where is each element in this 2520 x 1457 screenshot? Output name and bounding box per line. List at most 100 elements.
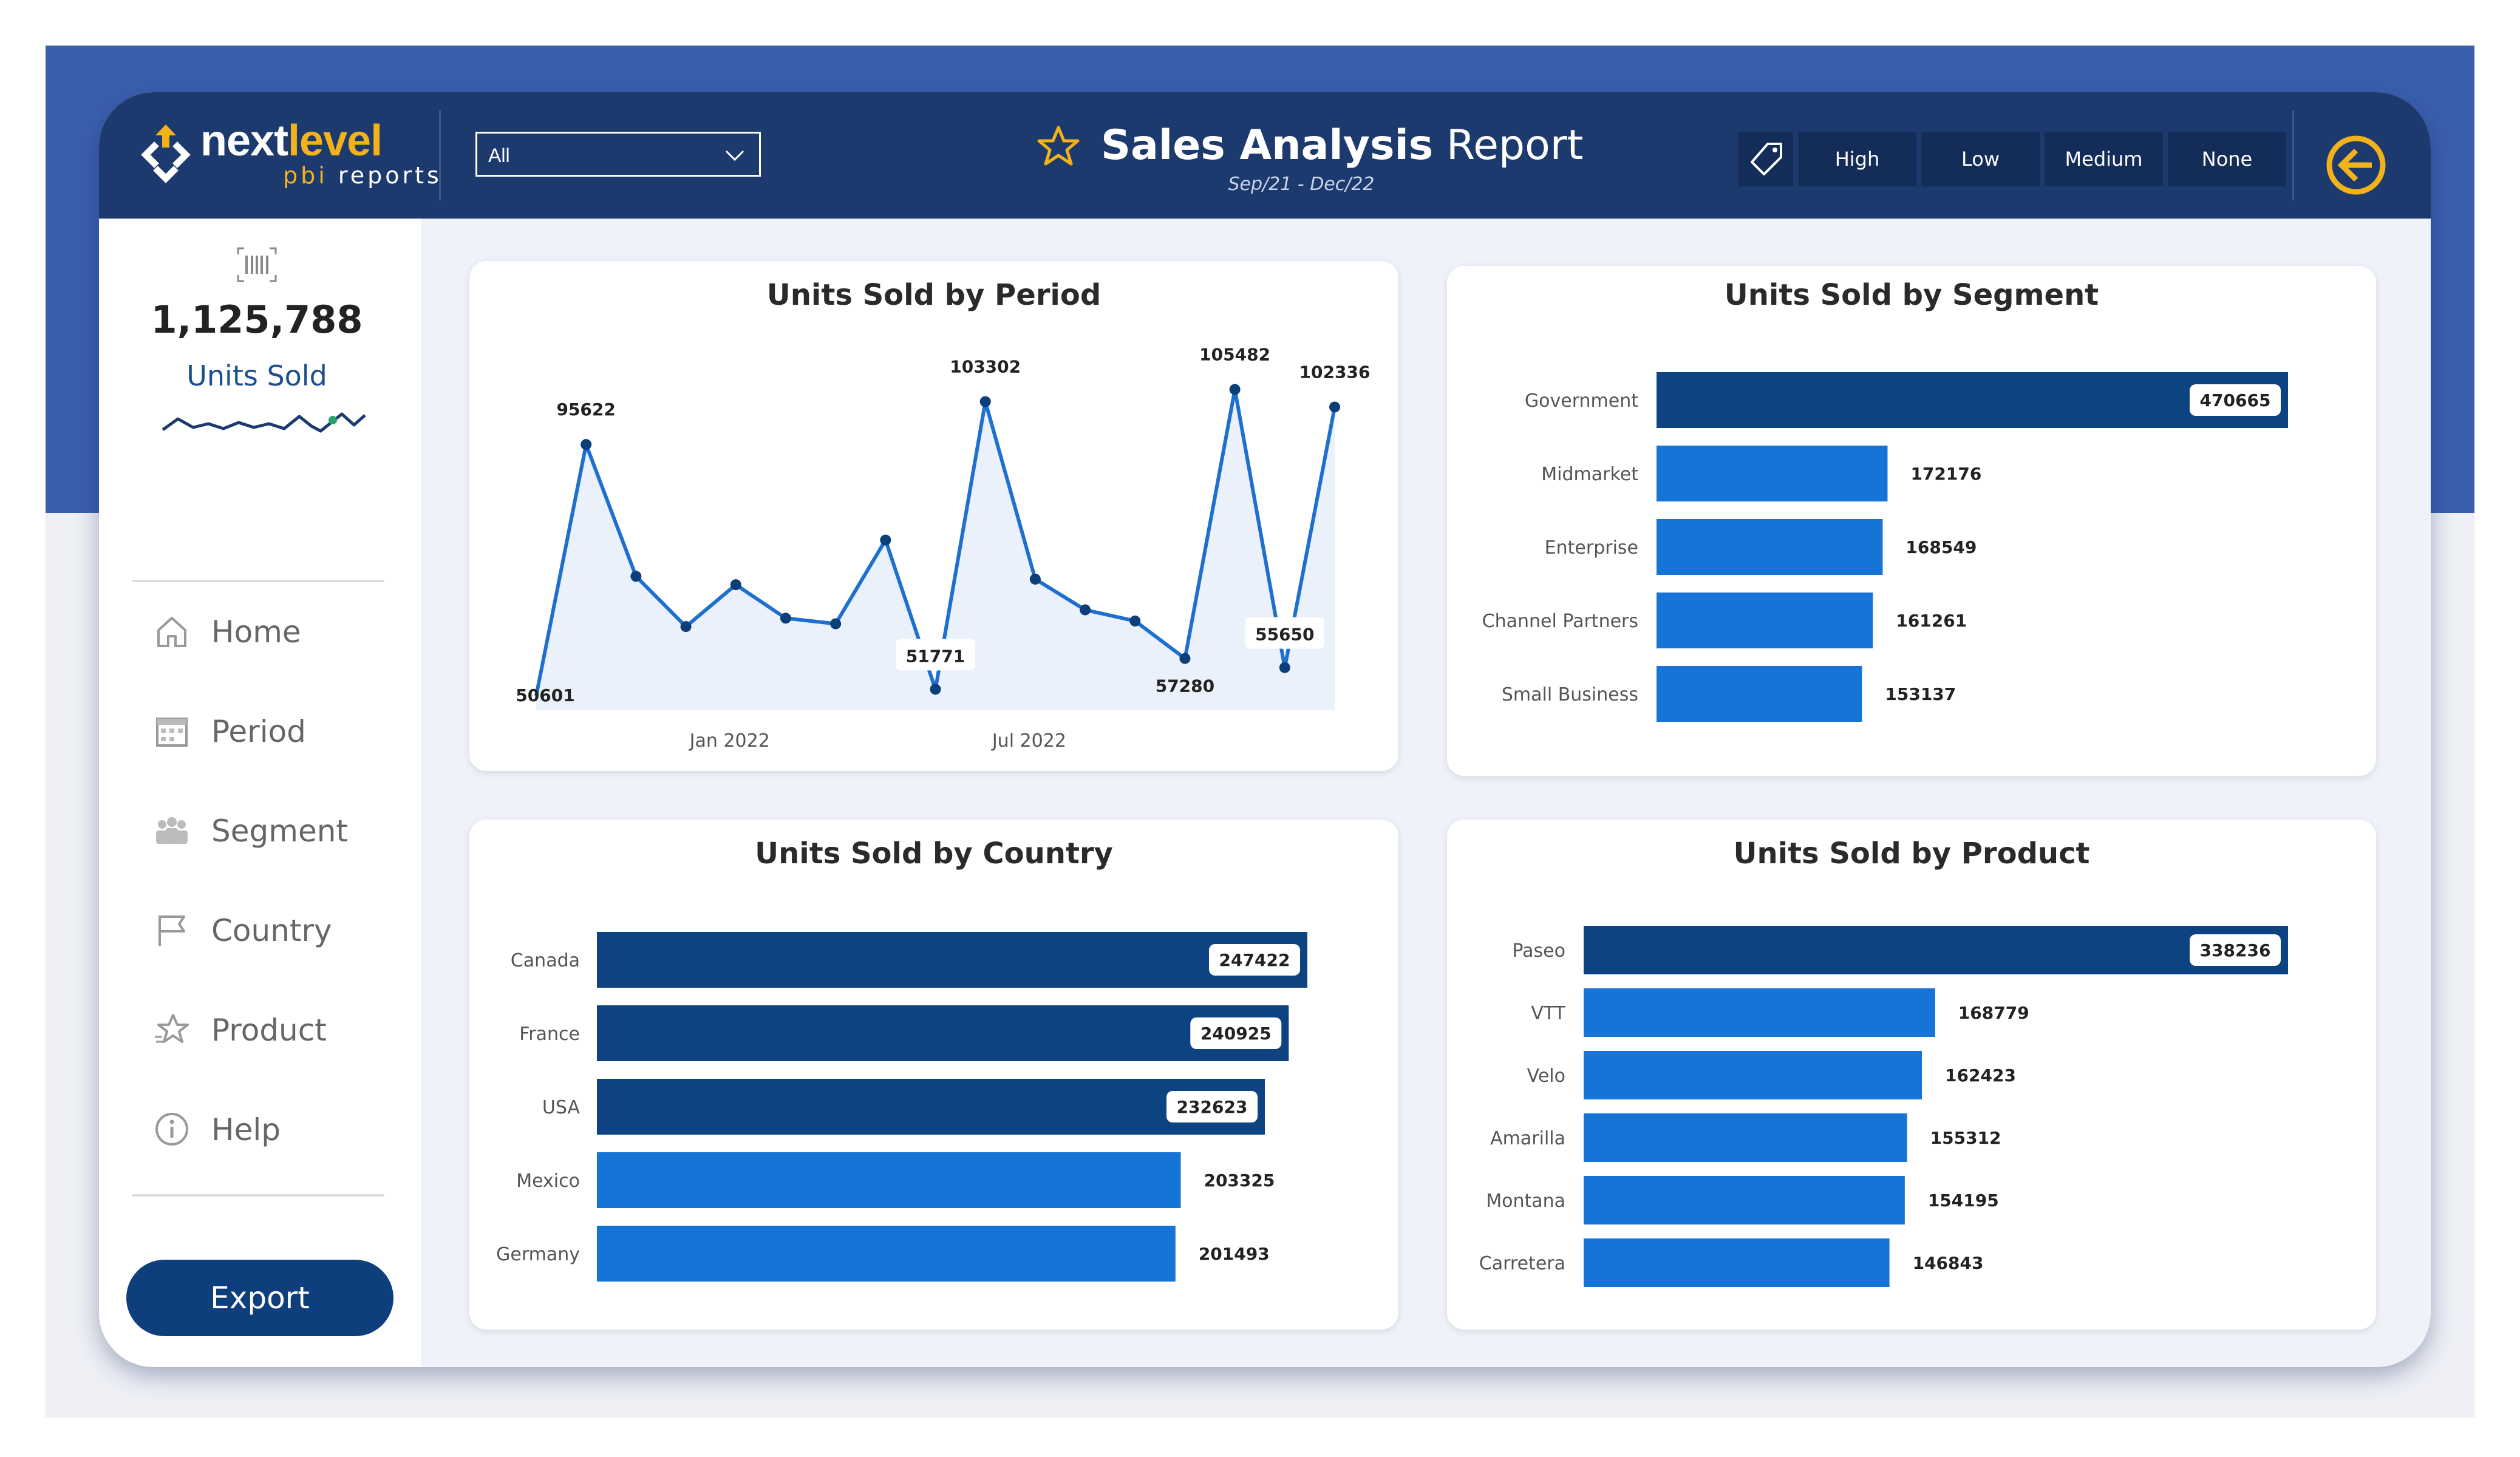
point-value-label: 50601 [516,685,574,705]
nav-period[interactable]: Period [154,707,409,755]
bar-category-label: Small Business [1502,684,1638,705]
tag-icon [1751,143,1782,175]
export-button[interactable]: Export [126,1260,393,1336]
nav-country[interactable]: Country [154,906,409,954]
bar-value-label: 153137 [1885,684,1956,704]
bar-category-label: Enterprise [1545,537,1638,559]
point-value-label: 103302 [950,357,1021,377]
bar-category-label: France [519,1024,580,1045]
header-divider-right [2292,110,2294,200]
back-arrow-icon[interactable] [2324,134,2388,197]
bar-category-label: Midmarket [1541,464,1638,485]
x-axis-tick-label: Jan 2022 [689,730,770,752]
nav-country-label: Country [211,913,332,948]
content-area: Units Sold by Period 50601 95622 51771 1033… [421,219,2431,1367]
segment-bar-chart: Government 470665 Midmarket 172176 Enterpris… [1482,372,2288,722]
line-point [1029,573,1041,585]
brand-logo: nextlevel pbi reports [132,117,497,192]
nav-help-label: Help [211,1112,281,1147]
info-icon [155,1113,188,1146]
line-point [1279,662,1290,673]
star-icon [1037,126,1080,166]
chevron-down-icon [725,150,744,161]
logo-subtitle: pbi reports [283,162,442,189]
bar-value-label: 240925 [1200,1024,1272,1044]
kpi-sparkline [162,412,366,433]
sidebar-divider [132,580,384,582]
sidebar-divider-bottom [132,1194,384,1197]
priority-medium-button[interactable]: Medium [2045,132,2163,186]
bar-value-label: 338236 [2200,940,2271,960]
bar-category-label: Paseo [1512,940,1565,962]
point-value-label: 57280 [1156,676,1214,696]
filter-dropdown[interactable]: All [475,132,761,177]
priority-tag-icon-box [1738,132,1793,186]
bar-category-label: VTT [1531,1003,1565,1024]
bar [597,932,1307,988]
x-axis-tick-label: Jul 2022 [991,730,1066,752]
priority-low-button[interactable]: Low [1921,132,2040,186]
sidebar: 1,125,788 Units Sold Home Period Segment… [99,219,421,1367]
line-point [680,621,692,633]
bar-value-label: 146843 [1913,1253,1984,1273]
nav-help[interactable]: Help [154,1105,409,1153]
bar [597,1152,1181,1208]
nav-segment[interactable]: Segment [154,806,409,855]
bar-category-label: Canada [511,950,580,971]
nav-product[interactable]: Product [154,1005,409,1054]
point-value-label: 102336 [1299,362,1371,382]
bar [1584,1176,1905,1224]
kpi-value: 1,125,788 [151,297,363,342]
line-point [880,534,891,546]
priority-high-button[interactable]: High [1798,132,1916,186]
line-point [630,571,642,582]
bar-value-label: 168549 [1905,537,1977,557]
header-divider [439,110,441,200]
country-bar-chart: Canada 247422 France 240925 USA 232623 Mexico 2… [496,932,1307,1282]
bar-value-label: 168779 [1958,1003,2029,1023]
dropdown-value: All [488,144,510,166]
bar [597,1005,1289,1061]
nav-segment-label: Segment [211,813,348,849]
point-value-label: 55650 [1255,625,1314,645]
period-chart-card: Units Sold by Period 50601 95622 51771 1033… [469,261,1398,771]
star-product-icon [155,1014,189,1043]
bar-category-label: Germany [496,1244,580,1265]
bar-value-label: 162423 [1945,1065,2016,1085]
bar-value-label: 201493 [1199,1244,1270,1264]
bar [1584,1238,1890,1287]
bar-value-label: 172176 [1910,464,1981,484]
nav-home[interactable]: Home [154,607,409,656]
line-point [1229,384,1241,395]
line-point [730,579,741,591]
nav-home-label: Home [211,614,301,650]
bar-category-label: Amarilla [1490,1128,1565,1149]
bar-category-label: Mexico [516,1170,580,1192]
product-chart-card: Units Sold by Product Paseo 338236 VTT 1687… [1447,820,2376,1330]
bar [1657,446,1888,501]
page-title: Sales Analysis Report [1101,121,1584,169]
bar-value-label: 247422 [1219,950,1290,970]
bar-category-label: Channel Partners [1482,611,1638,632]
line-point [830,618,842,630]
line-point [979,396,991,407]
barcode-icon [237,247,277,282]
date-range-subtitle: Sep/21 - Dec/22 [1228,174,1375,195]
bar-category-label: Velo [1527,1065,1565,1087]
bar [1657,519,1883,575]
bar-value-label: 470665 [2200,390,2271,410]
segment-chart-card: Units Sold by Segment Government 470665 Mi… [1447,266,2376,776]
country-chart-card: Units Sold by Country Canada 247422 France… [469,820,1398,1330]
line-point [1080,604,1091,616]
line-point [780,613,791,624]
bar-category-label: Government [1525,390,1638,412]
bar [597,1079,1265,1135]
line-point [581,439,592,450]
calendar-icon [156,718,188,747]
nav-period-label: Period [211,714,306,749]
period-line-chart: 50601 95622 51771 103302 57280 105482 55650 102… [516,345,1371,752]
report-header: nextlevel pbi reports All Sales Analysis… [99,92,2431,219]
home-icon [157,617,186,647]
flag-icon [158,915,185,946]
priority-none-button[interactable]: None [2168,132,2286,186]
